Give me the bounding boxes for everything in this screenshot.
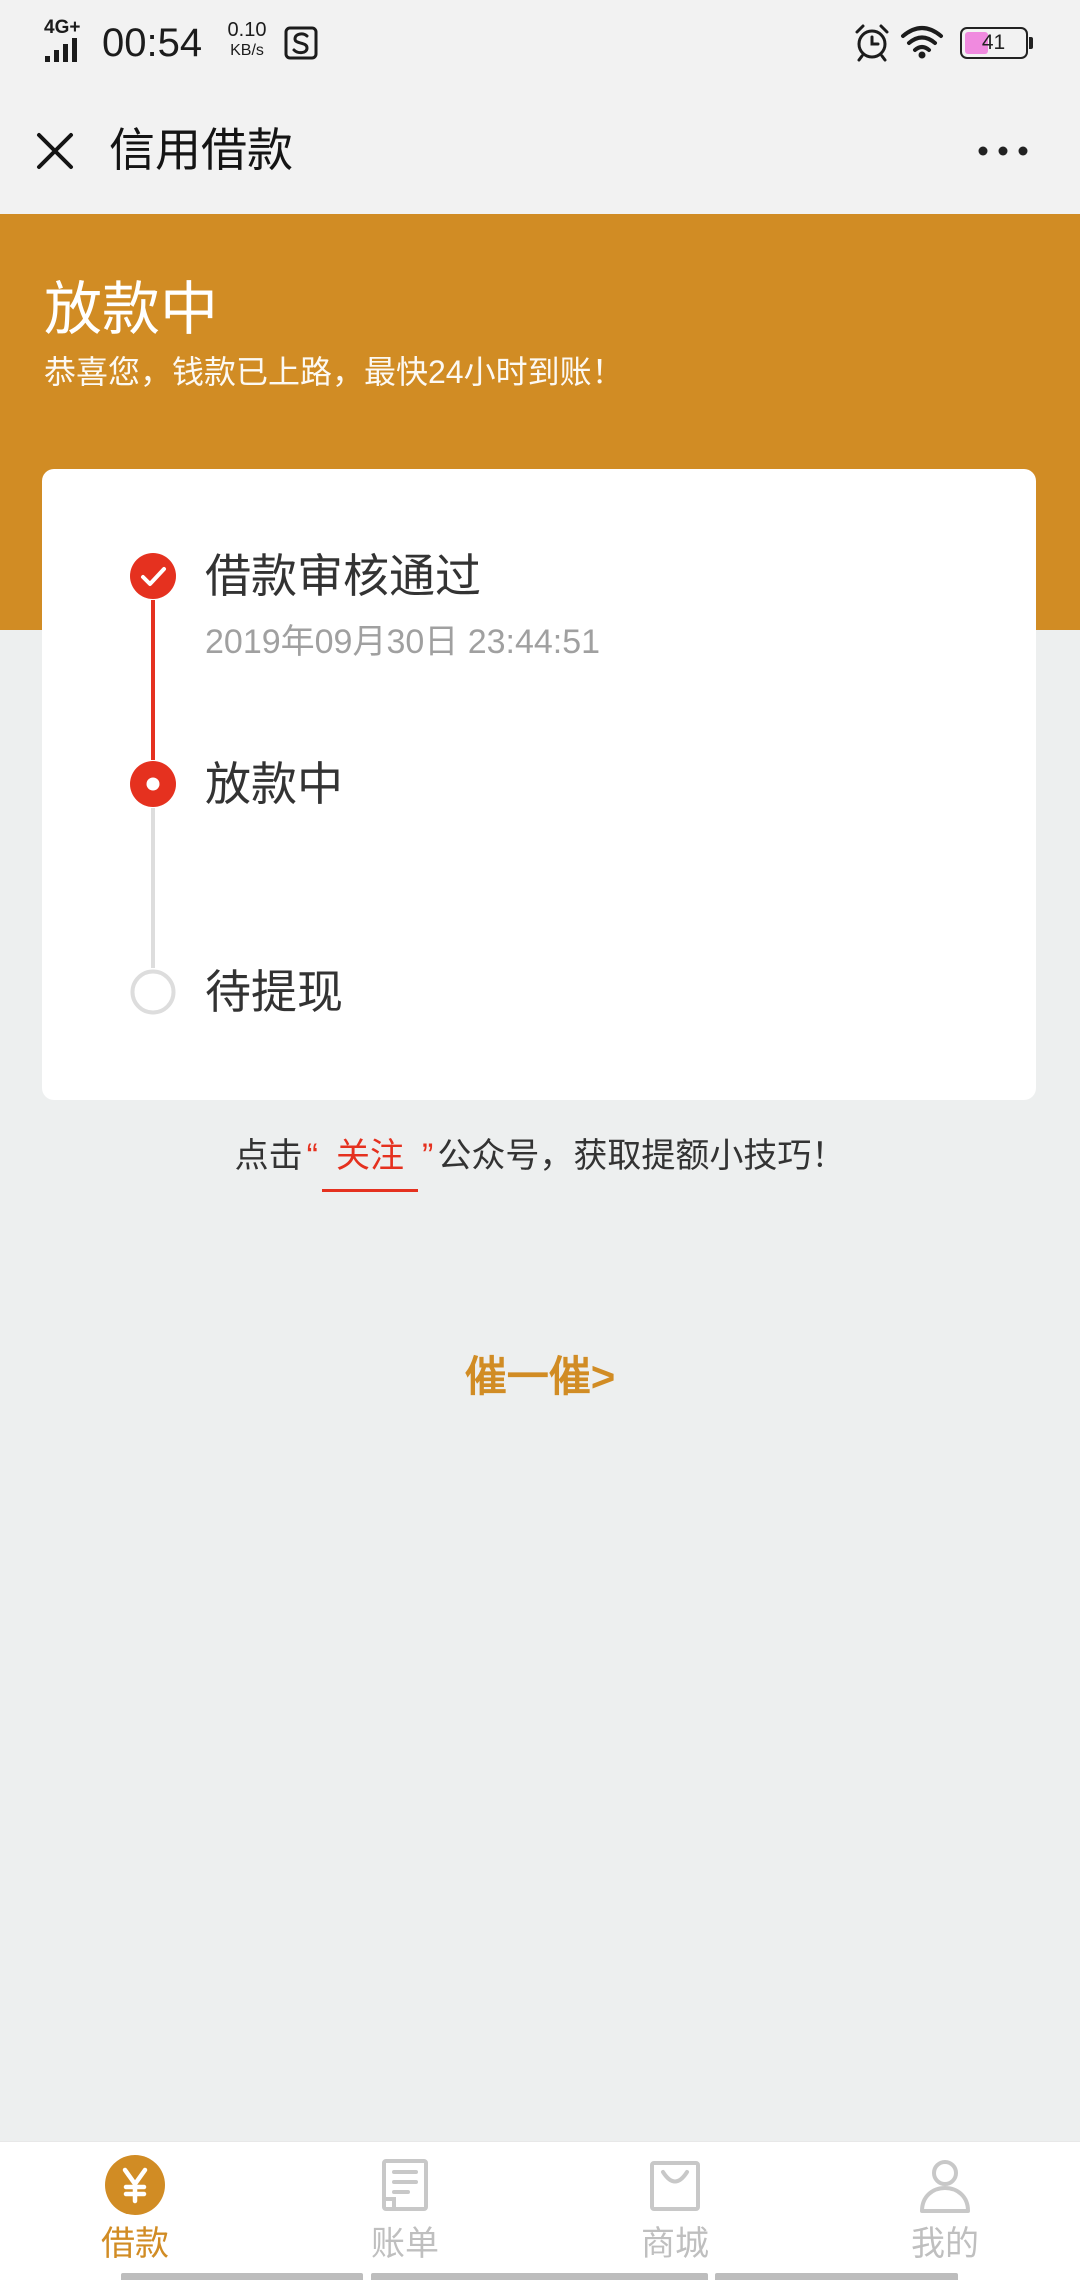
status-time: 00:54 — [102, 21, 203, 65]
notification-s-icon — [284, 26, 318, 60]
close-icon[interactable] — [34, 130, 76, 172]
network-speed: 0.10 KB/s — [221, 19, 273, 60]
system-nav-hint — [121, 2273, 363, 2280]
timeline-connector-done — [151, 600, 155, 760]
battery-level: 41 — [981, 31, 1006, 54]
battery-body: 41 — [960, 27, 1028, 59]
tab-label: 账单 — [371, 2225, 439, 2263]
tab-loan[interactable]: 借款 — [0, 2142, 270, 2274]
battery-tip — [1029, 37, 1033, 49]
page-title: 信用借款 — [109, 124, 293, 176]
network-type: 4G+ — [44, 17, 80, 38]
wifi-icon — [901, 26, 943, 59]
system-nav-hint — [371, 2273, 708, 2280]
status-subtitle: 恭喜您，钱款已上路，最快24小时到账！ — [44, 354, 624, 390]
follow-link[interactable]: 关注 — [322, 1133, 418, 1192]
bill-icon — [382, 2159, 428, 2211]
timeline-step-label: 放款中 — [205, 758, 343, 810]
status-title: 放款中 — [44, 277, 219, 342]
more-icon[interactable] — [976, 144, 1030, 158]
current-dot-icon — [130, 761, 176, 807]
yen-circle-icon — [105, 2155, 165, 2215]
tab-label: 借款 — [101, 2225, 169, 2263]
tab-mine[interactable]: 我的 — [810, 2142, 1080, 2274]
timeline-step-label: 借款审核通过 — [205, 550, 481, 602]
user-icon — [920, 2160, 970, 2213]
progress-card: 借款审核通过 2019年09月30日 23:44:51 放款中 待提现 — [42, 469, 1036, 1100]
timeline-connector-pending — [151, 808, 155, 968]
shop-bag-icon — [650, 2161, 700, 2211]
nav-bar: 信用借款 — [0, 87, 1080, 214]
status-bar: 4G+ 00:54 0.10 KB/s 41 — [0, 0, 1080, 87]
network-speed-value: 0.10 — [227, 19, 267, 41]
tab-bill[interactable]: 账单 — [270, 2142, 540, 2274]
tab-bar: 借款 账单 商城 我的 — [0, 2141, 1080, 2280]
system-nav-hint — [715, 2273, 958, 2280]
battery-icon: 41 — [960, 27, 1034, 59]
tip-quote-close: ” — [422, 1137, 434, 1175]
tab-shop[interactable]: 商城 — [540, 2142, 810, 2274]
tip-suffix: 公众号，获取提额小技巧！ — [437, 1137, 846, 1175]
network-speed-unit: KB/s — [230, 42, 264, 59]
check-circle-icon — [130, 553, 176, 599]
follow-tip: 点击 “关注” 公众号，获取提额小技巧！ — [0, 1133, 1080, 1192]
timeline-step-label: 待提现 — [205, 966, 343, 1018]
tab-label: 商城 — [641, 2225, 709, 2263]
alarm-icon — [855, 24, 889, 62]
tip-prefix: 点击 — [234, 1137, 303, 1175]
empty-circle-icon — [130, 969, 176, 1015]
signal-icon: 4G+ — [44, 17, 80, 62]
timeline-step-time: 2019年09月30日 23:44:51 — [205, 623, 601, 661]
urge-button[interactable]: 催一催> — [0, 1353, 1080, 1401]
tab-label: 我的 — [911, 2225, 979, 2263]
tip-quote-open: “ — [306, 1137, 318, 1175]
